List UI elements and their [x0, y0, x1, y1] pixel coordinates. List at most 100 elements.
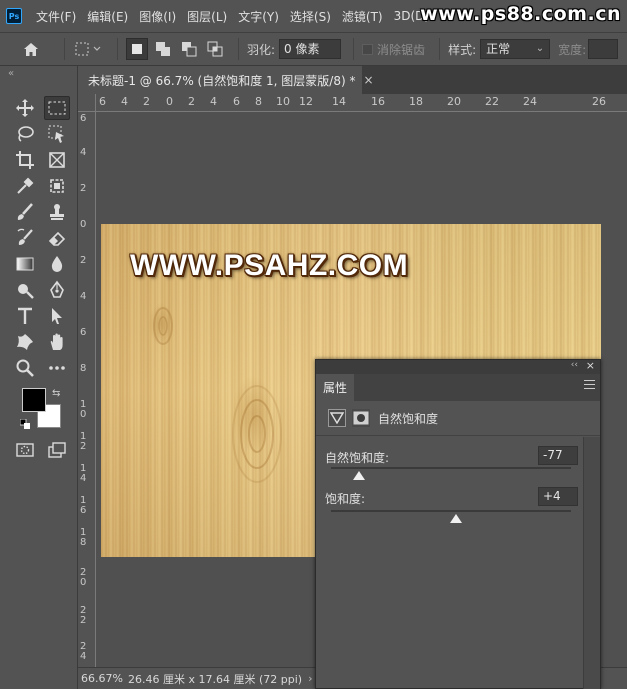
ruler-label: 24: [523, 95, 537, 108]
menu-filter[interactable]: 滤镜(T): [342, 8, 383, 25]
screen-mode-icon[interactable]: [44, 438, 70, 462]
ruler-label: 16: [371, 95, 385, 108]
home-icon[interactable]: [20, 38, 42, 60]
ruler-label: 18: [80, 527, 87, 548]
vibrance-label: 自然饱和度:: [325, 451, 390, 465]
ruler-label: 8: [255, 95, 262, 108]
panel-menu-icon[interactable]: [584, 380, 595, 391]
document-tab[interactable]: 未标题-1 @ 66.7% (自然饱和度 1, 图层蒙版/8) * ×: [78, 66, 374, 94]
panel-title-bar[interactable]: ‹‹ ×: [316, 359, 600, 374]
history-brush-tool-icon[interactable]: [12, 226, 38, 250]
close-panel-icon[interactable]: ×: [586, 359, 595, 372]
move-tool-icon[interactable]: [12, 96, 38, 120]
more-tools-icon[interactable]: [44, 356, 70, 380]
tab-properties[interactable]: 属性: [316, 374, 354, 401]
menu-edit[interactable]: 编辑(E): [87, 8, 128, 25]
antialias-checkbox[interactable]: [362, 43, 374, 55]
intersect-selection-icon[interactable]: [204, 38, 226, 60]
adjustment-controls: 自然饱和度: -77 饱和度: +4: [316, 437, 583, 689]
ruler-label: 24: [80, 641, 87, 662]
swap-colors-icon[interactable]: ⇆: [52, 388, 60, 399]
hand-tool-icon[interactable]: [44, 330, 70, 354]
pen-tool-icon[interactable]: [44, 278, 70, 302]
ruler-label: 2: [143, 95, 150, 108]
layer-mask-icon[interactable]: [352, 409, 370, 427]
brush-tool-icon[interactable]: [12, 200, 38, 224]
adjustment-title: 自然饱和度: [378, 411, 439, 426]
close-tab-icon[interactable]: ×: [363, 73, 373, 87]
ruler-label: 20: [80, 567, 87, 588]
lasso-tool-icon[interactable]: [12, 122, 38, 146]
object-selection-tool-icon[interactable]: [44, 122, 70, 146]
marquee-tool-icon[interactable]: [44, 96, 70, 120]
gradient-tool-icon[interactable]: [12, 252, 38, 276]
marquee-preset-icon[interactable]: [73, 38, 105, 60]
vibrance-slider-thumb[interactable]: [352, 471, 365, 481]
ruler-label: 4: [80, 291, 87, 302]
menu-bar: Ps 文件(F) 编辑(E) 图像(I) 图层(L) 文字(Y) 选择(S) 滤…: [0, 0, 627, 32]
feather-input[interactable]: 0 像素: [279, 39, 342, 59]
ruler-label: 6: [80, 327, 87, 338]
photoshop-logo-icon[interactable]: Ps: [6, 8, 22, 24]
menu-type[interactable]: 文字(Y): [238, 8, 279, 25]
eyedropper-tool-icon[interactable]: [12, 174, 38, 198]
new-selection-icon[interactable]: [126, 38, 148, 60]
vertical-ruler[interactable]: 6 4 2 0 2 4 6 8 10 12 14 16 18 20 22 24: [78, 112, 96, 667]
vibrance-slider-track[interactable]: [331, 467, 571, 469]
zoom-tool-icon[interactable]: [12, 356, 38, 380]
saturation-input[interactable]: +4: [538, 487, 578, 506]
menu-layer[interactable]: 图层(L): [187, 8, 227, 25]
width-input[interactable]: [588, 39, 619, 59]
frame-tool-icon[interactable]: [44, 148, 70, 172]
ruler-label: 14: [332, 95, 346, 108]
separator: [353, 38, 355, 60]
custom-shape-tool-icon[interactable]: [12, 330, 38, 354]
chevron-down-icon: ⌄: [535, 43, 545, 54]
zoom-level[interactable]: 66.67%: [78, 672, 124, 685]
feather-label: 羽化:: [247, 42, 276, 57]
subtract-selection-icon[interactable]: [178, 38, 200, 60]
ruler-label: 26: [592, 95, 606, 108]
wood-knot: [232, 385, 282, 483]
spot-healing-tool-icon[interactable]: [44, 174, 70, 198]
clone-stamp-tool-icon[interactable]: [44, 200, 70, 224]
document-info: 26.46 厘米 x 17.64 厘米 (72 ppi): [128, 672, 303, 686]
antialias-label: 消除锯齿: [377, 42, 426, 57]
crop-tool-icon[interactable]: [12, 148, 38, 172]
ruler-label: 10: [80, 399, 87, 420]
ruler-label: 4: [210, 95, 217, 108]
vibrance-adjustment-icon[interactable]: [328, 409, 346, 427]
collapse-toolbar-icon[interactable]: «: [8, 68, 14, 79]
chevron-right-icon[interactable]: ›: [308, 672, 312, 685]
style-value: 正常: [486, 42, 511, 56]
horizontal-ruler[interactable]: 6 4 2 0 2 4 6 8 10 12 14 16 18 20 22 24 …: [96, 94, 627, 112]
menu-file[interactable]: 文件(F): [36, 8, 76, 25]
style-select[interactable]: 正常 ⌄: [480, 39, 551, 59]
saturation-slider-thumb[interactable]: [449, 514, 462, 524]
ruler-label: 22: [485, 95, 499, 108]
saturation-slider-track[interactable]: [331, 510, 571, 512]
default-colors-icon[interactable]: [19, 418, 30, 429]
eraser-tool-icon[interactable]: [44, 226, 70, 250]
blur-tool-icon[interactable]: [44, 252, 70, 276]
document-tab-title: 未标题-1 @ 66.7% (自然饱和度 1, 图层蒙版/8) *: [88, 73, 356, 88]
menu-image[interactable]: 图像(I): [139, 8, 176, 25]
separator: [117, 38, 118, 60]
collapse-panel-icon[interactable]: ‹‹: [571, 360, 578, 370]
ruler-label: 0: [166, 95, 173, 108]
separator: [439, 38, 441, 60]
menu-select[interactable]: 选择(S): [290, 8, 331, 25]
quick-mask-icon[interactable]: [12, 438, 38, 462]
path-selection-tool-icon[interactable]: [44, 304, 70, 328]
vibrance-input[interactable]: -77: [538, 446, 578, 465]
type-tool-icon[interactable]: [12, 304, 38, 328]
ruler-label: 6: [233, 95, 240, 108]
canvas-text: WWW.PSAHZ.COM: [130, 249, 409, 282]
panel-scrollbar[interactable]: [583, 437, 600, 689]
ruler-label: 22: [80, 605, 87, 626]
ruler-origin[interactable]: [78, 94, 96, 112]
foreground-color-swatch[interactable]: [22, 388, 46, 412]
photoshop-window: Ps 文件(F) 编辑(E) 图像(I) 图层(L) 文字(Y) 选择(S) 滤…: [0, 0, 627, 689]
dodge-tool-icon[interactable]: [12, 278, 38, 302]
add-selection-icon[interactable]: [152, 38, 174, 60]
